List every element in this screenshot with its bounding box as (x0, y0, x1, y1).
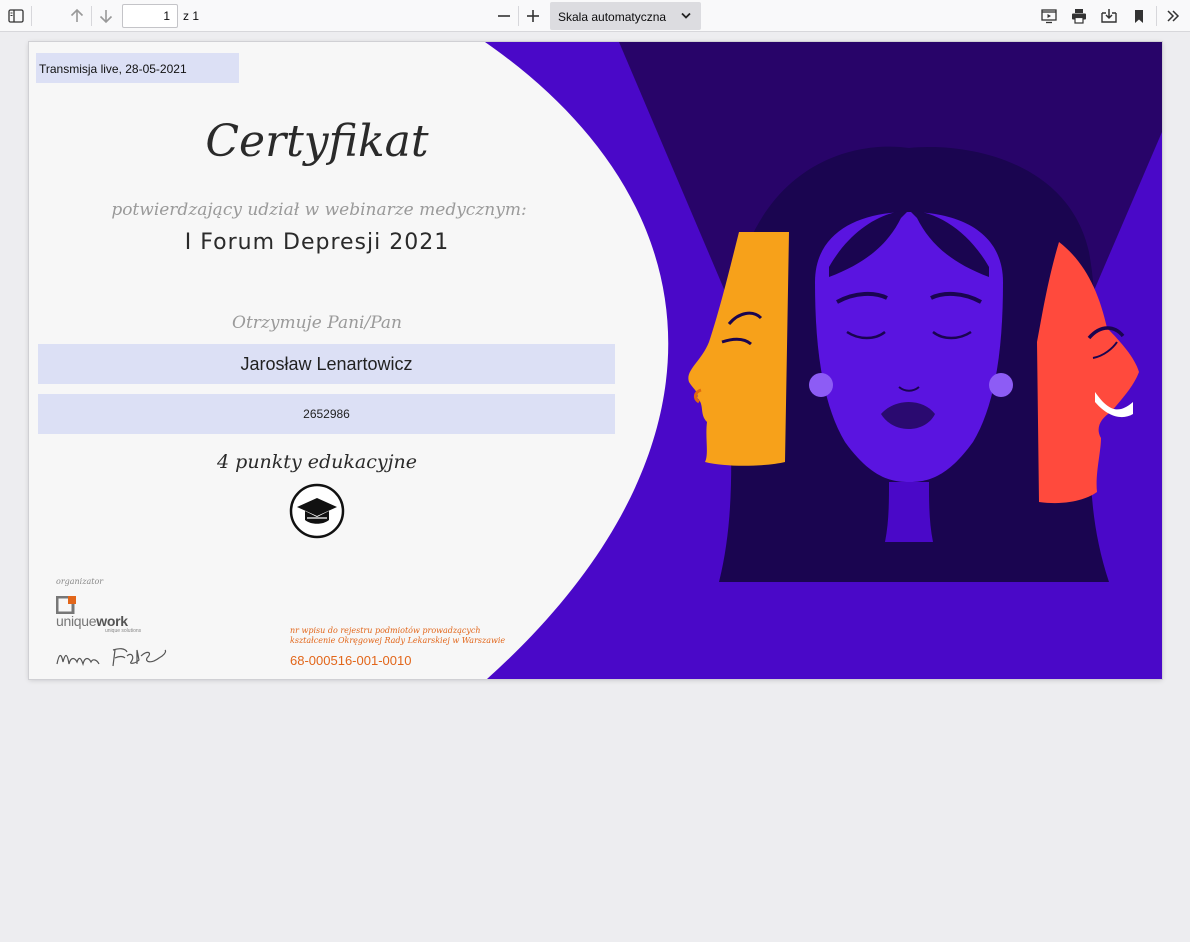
sidebar-toggle-button[interactable] (3, 3, 29, 29)
toolbar-separator (91, 6, 92, 26)
organizer-logo-prefix: unique (56, 613, 97, 629)
certificate-subtitle: potwierdzający udział w webinarze medycz… (111, 200, 527, 220)
toolbar-separator (518, 6, 519, 26)
organizer-label: organizator (56, 577, 104, 586)
previous-page-button[interactable] (64, 3, 90, 29)
bookmark-button[interactable] (1126, 3, 1152, 29)
zoom-scale-value: Skala automatyczna (558, 10, 667, 24)
organizer-tagline: unique solutions (105, 628, 142, 634)
page-number-input[interactable] (122, 4, 178, 28)
register-number: 68-000516-001-0010 (290, 653, 412, 668)
zoom-in-icon (527, 10, 539, 22)
register-info-line2: kształcenie Okręgowej Rady Lekarskiej w … (290, 636, 506, 645)
chevron-right-double-icon (1167, 10, 1180, 22)
next-page-button[interactable] (93, 3, 119, 29)
page-count-label: z 1 (183, 9, 200, 23)
sidebar-icon (8, 9, 24, 23)
recipient-id-field[interactable]: 2652986 (38, 394, 615, 434)
tools-menu-button[interactable] (1160, 3, 1186, 29)
organizer-logo-suffix: work (96, 613, 128, 629)
graduation-cap-icon (289, 483, 345, 539)
zoom-in-button[interactable] (520, 3, 546, 29)
pdf-page: Transmisja live, 28-05-2021 Certyfikat p… (29, 42, 1162, 679)
arrow-up-icon (70, 8, 84, 22)
print-icon (1072, 9, 1086, 24)
pdf-toolbar: z 1 Skala automatyczna (0, 0, 1190, 32)
organizer-logo-icon (56, 596, 76, 614)
toolbar-separator (31, 6, 32, 26)
zoom-out-button[interactable] (491, 3, 517, 29)
arrow-down-icon (99, 10, 113, 24)
print-button[interactable] (1066, 3, 1092, 29)
chevron-down-icon (681, 12, 691, 19)
certificate-title: Certyfikat (205, 116, 429, 167)
education-points-label: 4 punkty edukacyjne (217, 451, 417, 473)
bookmark-icon (1135, 9, 1143, 23)
zoom-out-icon (498, 15, 510, 17)
zoom-scale-select[interactable]: Skala automatyczna (550, 2, 701, 30)
recipient-name-field[interactable]: Jarosław Lenartowicz (38, 344, 615, 384)
receives-label: Otrzymuje Pani/Pan (232, 313, 402, 333)
presentation-mode-button[interactable] (1036, 3, 1062, 29)
save-icon (1101, 9, 1117, 23)
register-info-line1: nr wpisu do rejestru podmiotów prowadząc… (290, 626, 481, 635)
signature-image (56, 648, 167, 667)
organizer-logo-text: uniquework (56, 613, 128, 629)
toolbar-separator (1156, 6, 1157, 26)
presentation-icon (1041, 9, 1057, 24)
event-name: I Forum Depresji 2021 (184, 230, 450, 255)
date-form-field[interactable]: Transmisja live, 28-05-2021 (36, 53, 239, 83)
save-button[interactable] (1096, 3, 1122, 29)
